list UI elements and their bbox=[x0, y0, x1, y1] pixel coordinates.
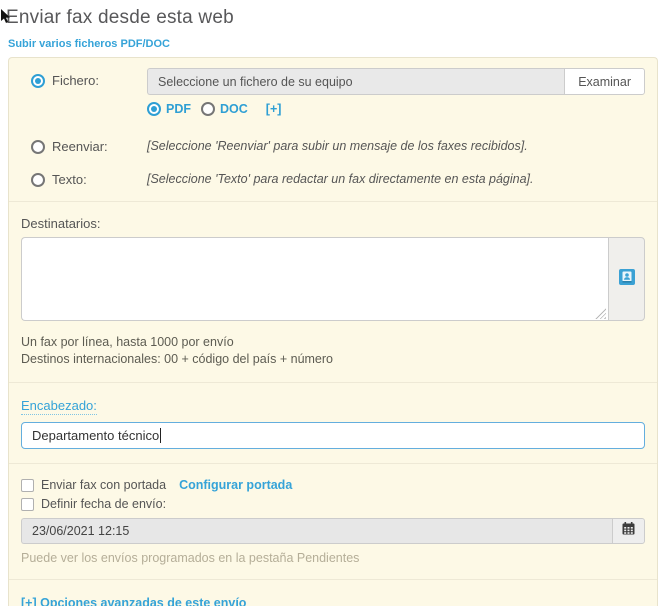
page-title: Enviar fax desde esta web bbox=[6, 7, 668, 29]
address-book-button[interactable] bbox=[608, 237, 645, 321]
fichero-radio[interactable] bbox=[31, 74, 45, 88]
calendar-icon bbox=[622, 522, 635, 540]
schedule-option-row: Definir fecha de envío: bbox=[21, 497, 645, 511]
address-book-icon bbox=[619, 269, 635, 290]
recipients-help-line2: Destinos internacionales: 00 + código de… bbox=[21, 351, 645, 368]
browse-button[interactable]: Examinar bbox=[564, 68, 645, 95]
fichero-label: Fichero: bbox=[52, 73, 99, 88]
texto-hint: [Seleccione 'Texto' para redactar un fax… bbox=[147, 167, 534, 186]
schedule-date-group: 23/06/2021 12:15 bbox=[21, 518, 645, 544]
file-input-group: Seleccione un fichero de su equipo Exami… bbox=[147, 68, 645, 95]
advanced-options-link[interactable]: [+] Opciones avanzadas de este envío bbox=[21, 596, 246, 606]
recipients-group bbox=[21, 237, 645, 321]
reenviar-radio[interactable] bbox=[31, 140, 45, 154]
configure-cover-link[interactable]: Configurar portada bbox=[179, 478, 292, 492]
file-input[interactable]: Seleccione un fichero de su equipo bbox=[147, 68, 564, 95]
doc-radio[interactable] bbox=[201, 102, 215, 116]
recipients-textarea[interactable] bbox=[21, 237, 608, 321]
source-fichero-row: Fichero: Seleccione un fichero de su equ… bbox=[21, 68, 645, 116]
fax-form-panel: Fichero: Seleccione un fichero de su equ… bbox=[8, 57, 658, 606]
divider bbox=[9, 382, 657, 383]
divider bbox=[9, 579, 657, 580]
schedule-note: Puede ver los envíos programados en la p… bbox=[21, 551, 645, 565]
recipients-label: Destinatarios: bbox=[21, 216, 645, 231]
header-input[interactable]: Departamento técnico bbox=[21, 422, 645, 449]
pdf-radio[interactable] bbox=[147, 102, 161, 116]
more-filetypes-link[interactable]: [+] bbox=[266, 102, 282, 116]
filetype-row: PDF DOC [+] bbox=[147, 102, 645, 116]
cover-label: Enviar fax con portada bbox=[41, 478, 166, 492]
divider bbox=[9, 201, 657, 202]
upload-multiple-files-link[interactable]: Subir varios ficheros PDF/DOC bbox=[8, 38, 170, 50]
cover-checkbox[interactable] bbox=[21, 479, 34, 492]
schedule-checkbox[interactable] bbox=[21, 498, 34, 511]
mouse-cursor-icon bbox=[0, 9, 11, 29]
calendar-button[interactable] bbox=[612, 518, 645, 544]
cover-option-row: Enviar fax con portada Configurar portad… bbox=[21, 478, 645, 492]
source-reenviar-row: Reenviar: [Seleccione 'Reenviar' para su… bbox=[21, 134, 645, 154]
schedule-date-input[interactable]: 23/06/2021 12:15 bbox=[21, 518, 612, 544]
recipients-help-line1: Un fax por línea, hasta 1000 por envío bbox=[21, 334, 645, 351]
text-caret bbox=[160, 428, 161, 443]
header-input-value: Departamento técnico bbox=[32, 428, 159, 443]
header-label-link[interactable]: Encabezado: bbox=[21, 398, 97, 415]
source-texto-row: Texto: [Seleccione 'Texto' para redactar… bbox=[21, 167, 645, 187]
reenviar-label: Reenviar: bbox=[52, 139, 108, 154]
pdf-label[interactable]: PDF bbox=[166, 102, 191, 116]
schedule-label: Definir fecha de envío: bbox=[41, 497, 166, 511]
reenviar-hint: [Seleccione 'Reenviar' para subir un men… bbox=[147, 134, 528, 153]
texto-label: Texto: bbox=[52, 172, 87, 187]
recipients-help: Un fax por línea, hasta 1000 por envío D… bbox=[21, 334, 645, 368]
divider bbox=[9, 463, 657, 464]
texto-radio[interactable] bbox=[31, 173, 45, 187]
doc-label[interactable]: DOC bbox=[220, 102, 248, 116]
